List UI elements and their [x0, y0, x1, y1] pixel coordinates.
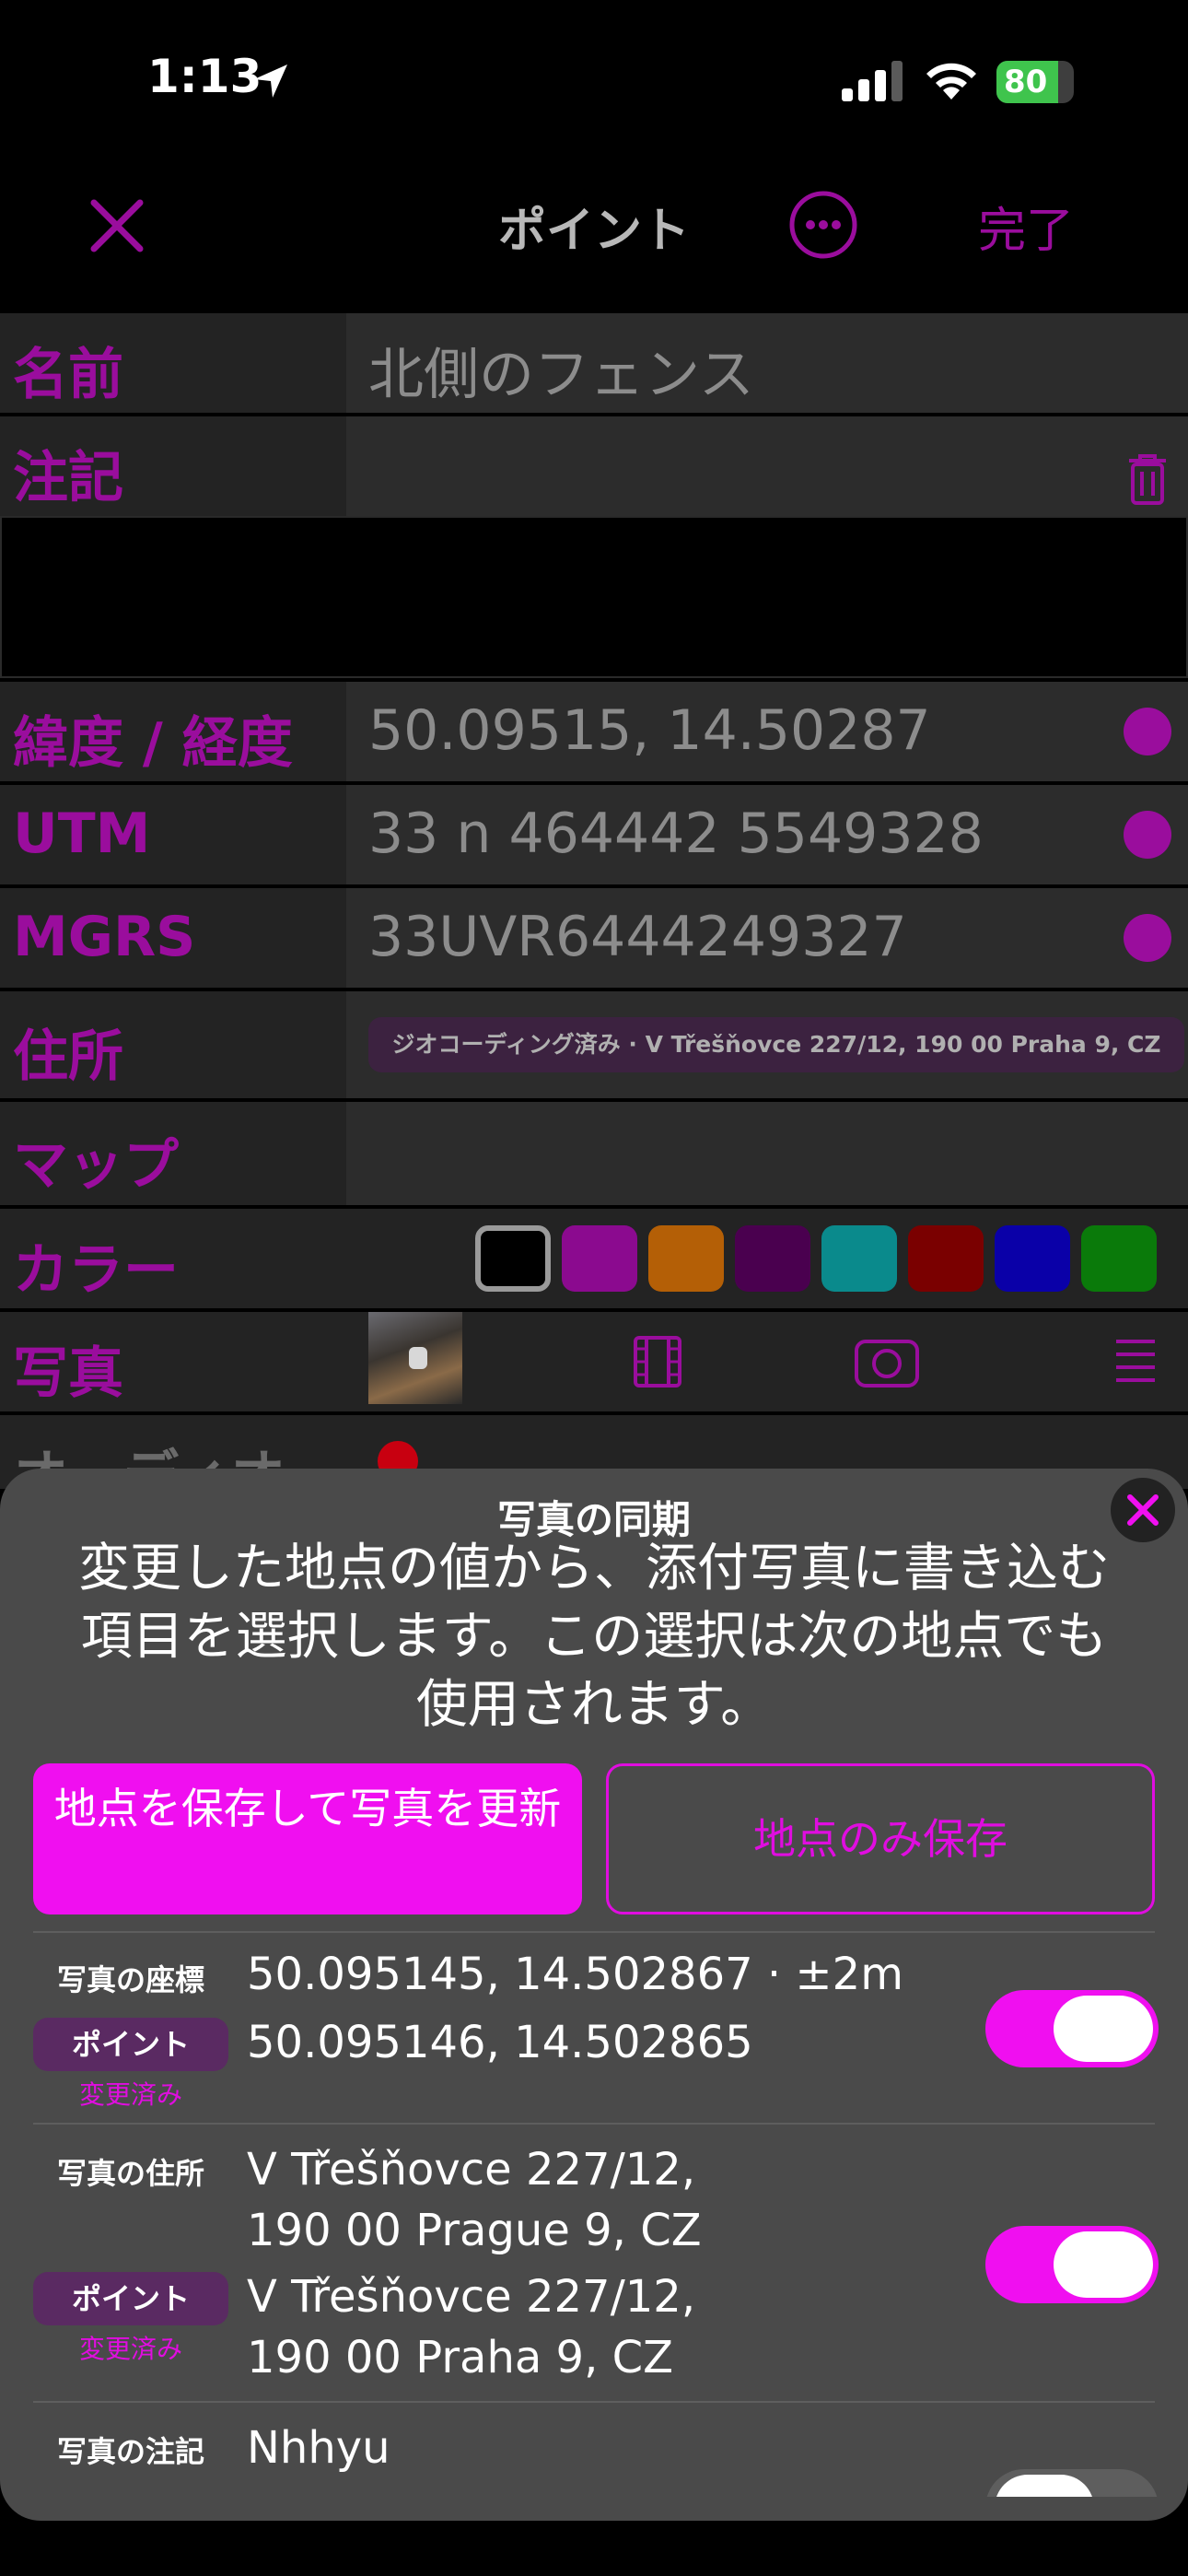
save-point-only-button[interactable]: 地点のみ保存: [606, 1763, 1155, 1914]
name-value: 北側のフェンス: [368, 343, 754, 407]
name-field[interactable]: 北側のフェンス: [346, 313, 1188, 413]
photo-coordinates-label: 写真の座標: [56, 1962, 204, 1997]
note-row: 注記: [0, 416, 1188, 516]
note-field[interactable]: [346, 416, 1188, 516]
done-button[interactable]: 完了: [978, 192, 1074, 261]
mgrs-value: 33UVR6444249327: [368, 905, 907, 969]
photo-address-label: 写真の住所: [56, 2156, 204, 2191]
location-arrow-icon: [254, 64, 287, 98]
photo-thumbnail[interactable]: [368, 1312, 462, 1404]
utm-value: 33 n 464442 5549328: [368, 802, 984, 866]
battery-level: 80: [1004, 64, 1048, 100]
address-row: 住所 ジオコーディング済み · V Třešňovce 227/12, 190 …: [0, 991, 1188, 1098]
sheet-close-button[interactable]: [1111, 1478, 1175, 1542]
photo-label: 写真: [13, 1341, 123, 1406]
trash-icon[interactable]: [1127, 453, 1168, 505]
film-icon[interactable]: [630, 1334, 685, 1389]
utm-row: UTM 33 n 464442 5549328: [0, 785, 1188, 884]
changed-label: 変更済み: [78, 2079, 182, 2110]
mgrs-sync-icon[interactable]: [1124, 914, 1171, 962]
list-icon[interactable]: [1114, 1338, 1157, 1386]
more-options-icon[interactable]: [788, 190, 858, 260]
point-badge: ポイント: [33, 2018, 228, 2071]
sheet-message: 変更した地点の値から、添付写真に書き込む項目を選択します。この選択は次の地点でも…: [78, 1539, 1110, 1735]
save-and-update-photo-button[interactable]: 地点を保存して写真を更新: [33, 1763, 582, 1914]
color-swatch[interactable]: [562, 1225, 637, 1292]
address-label: 住所: [13, 1025, 123, 1089]
photo-note-value: Nhhyu: [247, 2422, 390, 2474]
photo-note-label: 写真の注記: [56, 2434, 204, 2469]
color-swatch[interactable]: [648, 1225, 724, 1292]
address-toggle[interactable]: [985, 2226, 1159, 2303]
map-row: マップ: [0, 1102, 1188, 1205]
mgrs-field[interactable]: 33UVR6444249327: [346, 888, 1188, 988]
color-swatch[interactable]: [735, 1225, 810, 1292]
color-swatch[interactable]: [995, 1225, 1070, 1292]
map-label: マップ: [13, 1133, 179, 1198]
mgrs-row: MGRS 33UVR6444249327: [0, 888, 1188, 988]
close-icon: [1127, 1494, 1159, 1526]
latlon-field[interactable]: 50.09515, 14.50287: [346, 682, 1188, 781]
photo-coordinates-value: 50.095145, 14.502867 · ±2m: [247, 1949, 903, 2000]
address-field[interactable]: ジオコーディング済み · V Třešňovce 227/12, 190 00 …: [346, 991, 1188, 1098]
utm-label: UTM: [13, 802, 151, 866]
color-swatch[interactable]: [1081, 1225, 1157, 1292]
utm-field[interactable]: 33 n 464442 5549328: [346, 785, 1188, 884]
point-address-line1: V Třešňovce 227/12,: [247, 2271, 696, 2323]
color-swatch[interactable]: [908, 1225, 984, 1292]
color-swatch[interactable]: [821, 1225, 897, 1292]
toggle-knob: [1054, 1996, 1153, 2062]
address-badge[interactable]: ジオコーディング済み · V Třešňovce 227/12, 190 00 …: [368, 1017, 1184, 1072]
camera-icon[interactable]: [853, 1332, 921, 1389]
latlon-row: 緯度 / 経度 50.09515, 14.50287: [0, 682, 1188, 781]
coordinates-toggle[interactable]: [985, 1990, 1159, 2067]
color-label: カラー: [13, 1238, 179, 1303]
wifi-icon: [926, 63, 976, 100]
changed-label: 変更済み: [78, 2334, 182, 2364]
toggle-knob: [1054, 2231, 1153, 2298]
map-field[interactable]: [346, 1102, 1188, 1205]
photo-address-line2: 190 00 Prague 9, CZ: [247, 2205, 702, 2256]
latlon-label: 緯度 / 経度: [13, 711, 293, 776]
note-text-area[interactable]: [0, 516, 1188, 678]
status-time: 1:13: [147, 50, 262, 103]
photo-object: [409, 1347, 427, 1369]
note-label: 注記: [13, 446, 123, 510]
signal-icon: [842, 61, 903, 101]
color-swatch[interactable]: [475, 1225, 551, 1292]
photo-row: 写真: [0, 1312, 1188, 1411]
latlon-sync-icon[interactable]: [1124, 708, 1171, 755]
battery-indicator: 80: [996, 61, 1074, 103]
name-row: 名前 北側のフェンス: [0, 313, 1188, 413]
point-badge: ポイント: [33, 2272, 228, 2325]
name-label: 名前: [13, 343, 123, 407]
mgrs-label: MGRS: [13, 905, 196, 969]
photo-address-line1: V Třešňovce 227/12,: [247, 2144, 696, 2195]
point-address-line2: 190 00 Praha 9, CZ: [247, 2332, 674, 2383]
note-toggle[interactable]: [985, 2469, 1159, 2497]
utm-sync-icon[interactable]: [1124, 811, 1171, 859]
latlon-value: 50.09515, 14.50287: [368, 698, 931, 763]
point-coordinates-value: 50.095146, 14.502865: [247, 2017, 753, 2068]
